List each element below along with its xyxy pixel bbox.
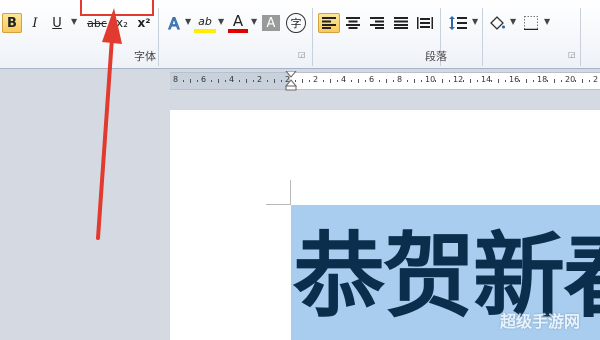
watermark: 超级手游网	[500, 312, 581, 331]
annotation-arrow	[96, 8, 122, 240]
